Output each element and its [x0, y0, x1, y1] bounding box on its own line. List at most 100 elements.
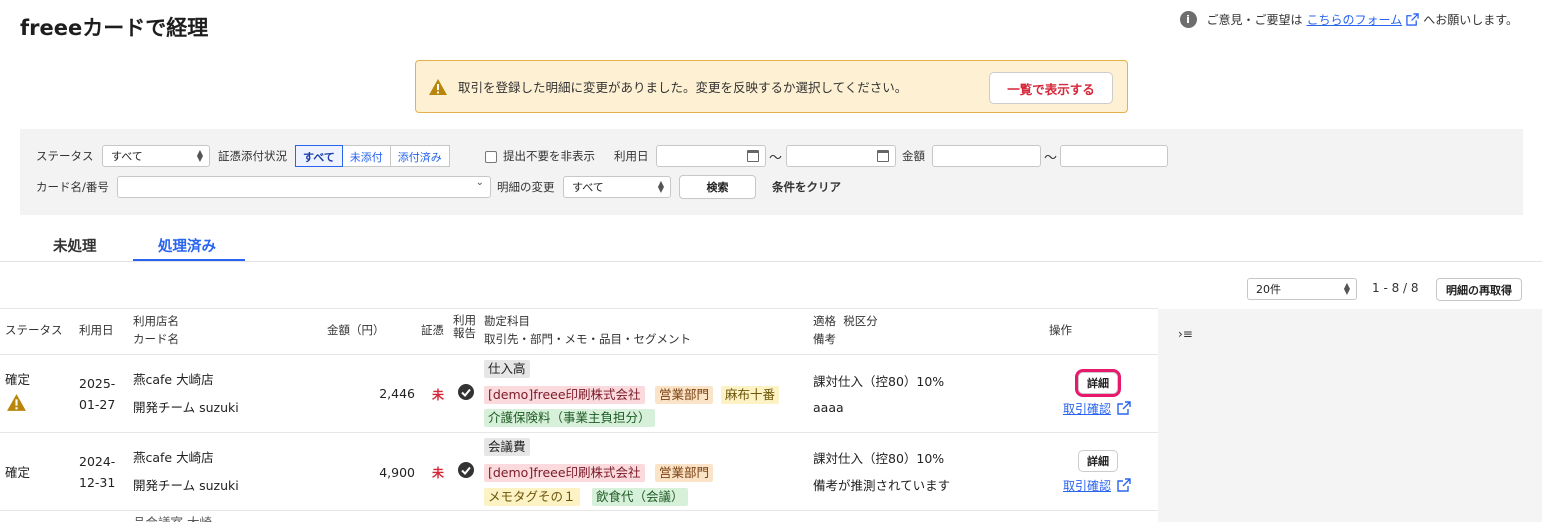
row-date-md: 12-31 [79, 475, 116, 490]
transaction-confirm-link[interactable]: 取引確認 [1063, 477, 1111, 494]
external-link-icon[interactable] [1117, 478, 1131, 492]
date-to-input[interactable] [786, 145, 896, 167]
partner-tag: [demo]freee印刷株式会社 [484, 386, 645, 404]
col-card: カード名 [133, 332, 179, 346]
col-account-sub: 取引先・部門・メモ・品目・セグメント [484, 332, 691, 346]
banner-message: 取引を登録した明細に変更がありました。変更を反映するか選択してください。 [458, 80, 908, 95]
row-note: 備考が推測されています [813, 478, 951, 493]
row-shop: 燕cafe 大崎店 [133, 450, 214, 465]
page-title: freeeカードで経理 [20, 16, 209, 40]
calendar-icon[interactable] [877, 150, 889, 162]
transaction-confirm-link[interactable]: 取引確認 [1063, 400, 1111, 417]
feedback-suffix: へお願いします。 [1423, 13, 1518, 27]
date-range-separator: 〜 [769, 151, 783, 166]
col-status: ステータス [5, 323, 63, 337]
memo-tag: 麻布十番 [721, 386, 780, 404]
row-card: 開発チーム suzuki [133, 400, 239, 415]
memo-tag: メモタグその１ [484, 488, 580, 506]
evidence-segment: すべて 未添付 添付済み [295, 145, 450, 167]
row-shop: 燕cafe 大崎店 [133, 372, 214, 387]
col-ops: 操作 [1049, 323, 1072, 337]
col-note: 備考 [813, 332, 836, 346]
filter-panel: ステータス すべて ▲ ▼ 証憑添付状況 すべて 未添付 添付済み 提出不要を非表… [20, 129, 1523, 215]
card-select[interactable]: ⌄ [117, 176, 491, 198]
evidence-attached-option[interactable]: 添付済み [389, 145, 450, 167]
row-card: 開発チーム suzuki [133, 478, 239, 493]
warning-icon [7, 394, 26, 411]
row-divider [0, 432, 1158, 433]
report-check-icon [458, 462, 474, 478]
chevron-down-icon: ⌄ [475, 177, 484, 188]
status-select[interactable]: すべて ▲ ▼ [102, 145, 210, 167]
col-date: 利用日 [79, 323, 114, 337]
external-link-icon[interactable] [1406, 13, 1419, 26]
feedback-notice: i ご意見・ご要望は こちらのフォーム へお願いします。 [1179, 11, 1518, 28]
header-bottom-border [0, 354, 1158, 355]
calendar-icon[interactable] [747, 150, 759, 162]
refetch-statements-button[interactable]: 明細の再取得 [1436, 278, 1522, 301]
row-tax: 課対仕入（控80）10% [813, 451, 945, 466]
clear-conditions-button[interactable]: 条件をクリア [772, 179, 841, 195]
account-tag: 会議費 [484, 438, 530, 456]
row-divider [0, 510, 1158, 511]
row-amount: 2,446 [379, 386, 415, 401]
col-account: 勘定科目 [484, 314, 530, 328]
select-arrows-icon: ▲ ▼ [657, 179, 664, 194]
select-arrows-icon: ▲ ▼ [196, 148, 203, 163]
tab-unprocessed[interactable]: 未処理 [53, 235, 97, 256]
feedback-form-link[interactable]: こちらのフォーム [1307, 11, 1403, 28]
col-report-2: 報告 [453, 326, 476, 340]
row-status: 確定 [5, 465, 31, 480]
row-amount: 4,900 [379, 465, 415, 480]
amount-filter-label: 金額 [902, 149, 925, 163]
card-filter-label: カード名/番号 [36, 180, 109, 194]
amount-max-input[interactable] [1060, 145, 1168, 167]
row-tax: 課対仕入（控80）10% [813, 374, 945, 389]
tab-processed[interactable]: 処理済み [158, 235, 216, 256]
change-filter-label: 明細の変更 [497, 180, 555, 194]
row-date-year: 2024- [79, 454, 116, 469]
evidence-missing-badge: 未 [432, 388, 445, 402]
department-tag: 営業部門 [655, 464, 714, 482]
col-amount: 金額（円） [327, 323, 385, 337]
row-status: 確定 [5, 372, 31, 387]
evidence-all-option[interactable]: すべて [295, 145, 343, 167]
item-tag: 飲食代（会議） [592, 488, 688, 506]
evidence-missing-badge: 未 [432, 466, 445, 480]
report-check-icon [458, 384, 474, 400]
show-list-button[interactable]: 一覧で表示する [989, 72, 1113, 104]
col-shop: 利用店名 [133, 314, 179, 328]
evidence-unattached-option[interactable]: 未添付 [341, 145, 391, 167]
pagination-range: 1 - 8 / 8 [1372, 281, 1419, 295]
department-tag: 営業部門 [655, 386, 714, 404]
change-select[interactable]: すべて ▲ ▼ [563, 176, 671, 198]
change-alert-banner: 取引を登録した明細に変更がありました。変更を反映するか選択してください。 一覧で… [415, 60, 1128, 113]
side-panel: ›≡ [1158, 309, 1542, 522]
row-date-year: 2025- [79, 376, 116, 391]
row-note: aaaa [813, 400, 844, 415]
date-from-input[interactable] [656, 145, 766, 167]
external-link-icon[interactable] [1117, 401, 1131, 415]
search-button[interactable]: 検索 [679, 175, 756, 199]
per-page-value: 20件 [1256, 283, 1281, 296]
partner-tag: [demo]freee印刷株式会社 [484, 464, 645, 482]
amount-min-input[interactable] [932, 145, 1041, 167]
hide-unneeded-checkbox[interactable]: 提出不要を非表示 [485, 148, 595, 164]
status-filter-label: ステータス [36, 149, 94, 163]
status-select-value: すべて [111, 150, 143, 163]
date-filter-label: 利用日 [614, 149, 649, 163]
tab-bar: 未処理 処理済み [0, 229, 1542, 262]
checkbox-icon[interactable] [485, 150, 497, 163]
table-top-border [0, 308, 1158, 309]
per-page-select[interactable]: 20件 ▲ ▼ [1247, 278, 1357, 300]
hide-unneeded-label: 提出不要を非表示 [503, 149, 595, 163]
account-tag: 仕入高 [484, 360, 530, 378]
evidence-filter-label: 証憑添付状況 [218, 149, 287, 163]
detail-button[interactable]: 詳細 [1078, 450, 1118, 472]
feedback-prefix: ご意見・ご要望は [1206, 13, 1303, 27]
col-tax: 適格 税区分 [813, 314, 878, 328]
detail-button[interactable]: 詳細 [1075, 369, 1121, 397]
expand-panel-icon[interactable]: ›≡ [1178, 327, 1193, 341]
select-arrows-icon: ▲ ▼ [1343, 281, 1350, 296]
partial-row-shop: 品会議室 大崎 [133, 514, 212, 522]
